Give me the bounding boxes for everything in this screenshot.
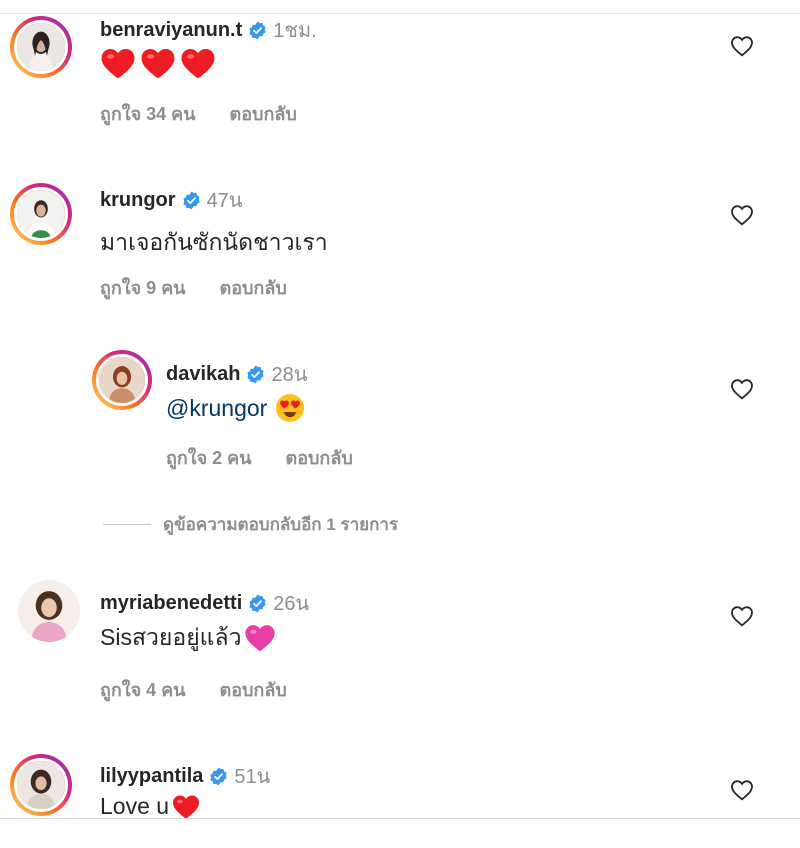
likes-count-link[interactable]: ถูกใจ 34 คน bbox=[100, 99, 196, 128]
comment-timestamp: 1ชม. bbox=[273, 20, 317, 42]
comment-header: davikah 28น bbox=[166, 358, 307, 390]
comment-meta: ถูกใจ 2 คน ตอบกลับ bbox=[166, 443, 353, 472]
verified-badge-icon bbox=[209, 767, 228, 786]
comment-header: myriabenedetti 26น bbox=[100, 587, 309, 619]
avatar-photo bbox=[17, 190, 65, 238]
avatar-photo bbox=[17, 761, 65, 809]
avatar[interactable] bbox=[92, 350, 152, 410]
like-heart-icon[interactable] bbox=[730, 204, 754, 226]
red-heart-icon bbox=[100, 47, 136, 80]
reply-button[interactable]: ตอบกลับ bbox=[286, 443, 353, 472]
like-heart-icon[interactable] bbox=[730, 605, 754, 627]
verified-badge-icon bbox=[246, 365, 265, 384]
comment-timestamp: 28น bbox=[271, 364, 308, 386]
view-more-replies-button[interactable]: ดูข้อความตอบกลับอีก 1 รายการ bbox=[103, 511, 398, 538]
comment-text: Sisสวยอยู่แล้ว bbox=[100, 620, 276, 656]
reply-button[interactable]: ตอบกลับ bbox=[220, 273, 287, 302]
comment-text: มาเจอกันซักนัดชาวเรา bbox=[100, 229, 328, 255]
pink-heart-icon bbox=[244, 623, 276, 653]
red-heart-icon bbox=[140, 47, 176, 80]
verified-badge-icon bbox=[182, 191, 201, 210]
like-heart-icon[interactable] bbox=[730, 378, 754, 400]
comment-meta: ถูกใจ 34 คน ตอบกลับ bbox=[100, 99, 297, 128]
avatar[interactable] bbox=[10, 754, 72, 816]
avatar-photo bbox=[17, 23, 65, 71]
reply-button[interactable]: ตอบกลับ bbox=[220, 675, 287, 704]
likes-count-link[interactable]: ถูกใจ 4 คน bbox=[100, 675, 186, 704]
view-more-replies-label: ดูข้อความตอบกลับอีก 1 รายการ bbox=[163, 515, 399, 534]
username-link[interactable]: krungor bbox=[100, 189, 176, 212]
comment-text: @krungor bbox=[166, 393, 305, 423]
avatar-photo bbox=[18, 580, 80, 642]
likes-count-link[interactable]: ถูกใจ 2 คน bbox=[166, 443, 252, 472]
like-heart-icon[interactable] bbox=[730, 35, 754, 57]
heart-eyes-icon bbox=[275, 393, 305, 423]
verified-badge-icon bbox=[248, 594, 267, 613]
avatar-photo bbox=[99, 357, 145, 403]
divider bbox=[103, 524, 151, 525]
comment-text: Love u bbox=[100, 793, 201, 820]
username-link[interactable]: lilyypantila bbox=[100, 765, 203, 788]
username-link[interactable]: davikah bbox=[166, 363, 240, 386]
avatar[interactable] bbox=[10, 183, 72, 245]
likes-count-link[interactable]: ถูกใจ 9 คน bbox=[100, 273, 186, 302]
comment-meta: ถูกใจ 9 คน ตอบกลับ bbox=[100, 273, 287, 302]
username-link[interactable]: benraviyanun.t bbox=[100, 19, 242, 42]
comment-text-content: Sisสวยอยู่แล้ว bbox=[100, 624, 242, 650]
verified-badge-icon bbox=[248, 21, 267, 40]
comment-timestamp: 47น bbox=[206, 190, 243, 212]
comment-text bbox=[100, 47, 216, 80]
comment-header: krungor 47น bbox=[100, 184, 242, 216]
mention-link[interactable]: @krungor bbox=[166, 395, 267, 422]
bottom-divider bbox=[0, 818, 800, 819]
avatar[interactable] bbox=[10, 16, 72, 78]
red-heart-icon bbox=[171, 794, 201, 820]
like-heart-icon[interactable] bbox=[730, 779, 754, 801]
avatar[interactable] bbox=[18, 580, 80, 642]
reply-button[interactable]: ตอบกลับ bbox=[230, 99, 297, 128]
username-link[interactable]: myriabenedetti bbox=[100, 592, 242, 615]
comment-timestamp: 51น bbox=[234, 766, 271, 788]
comment-text-content: Love u bbox=[100, 793, 170, 819]
red-heart-icon bbox=[180, 47, 216, 80]
comment-header: benraviyanun.t 1ชม. bbox=[100, 14, 317, 46]
comment-timestamp: 26น bbox=[273, 593, 310, 615]
comment-header: lilyypantila 51น bbox=[100, 760, 270, 792]
comment-meta: ถูกใจ 4 คน ตอบกลับ bbox=[100, 675, 287, 704]
